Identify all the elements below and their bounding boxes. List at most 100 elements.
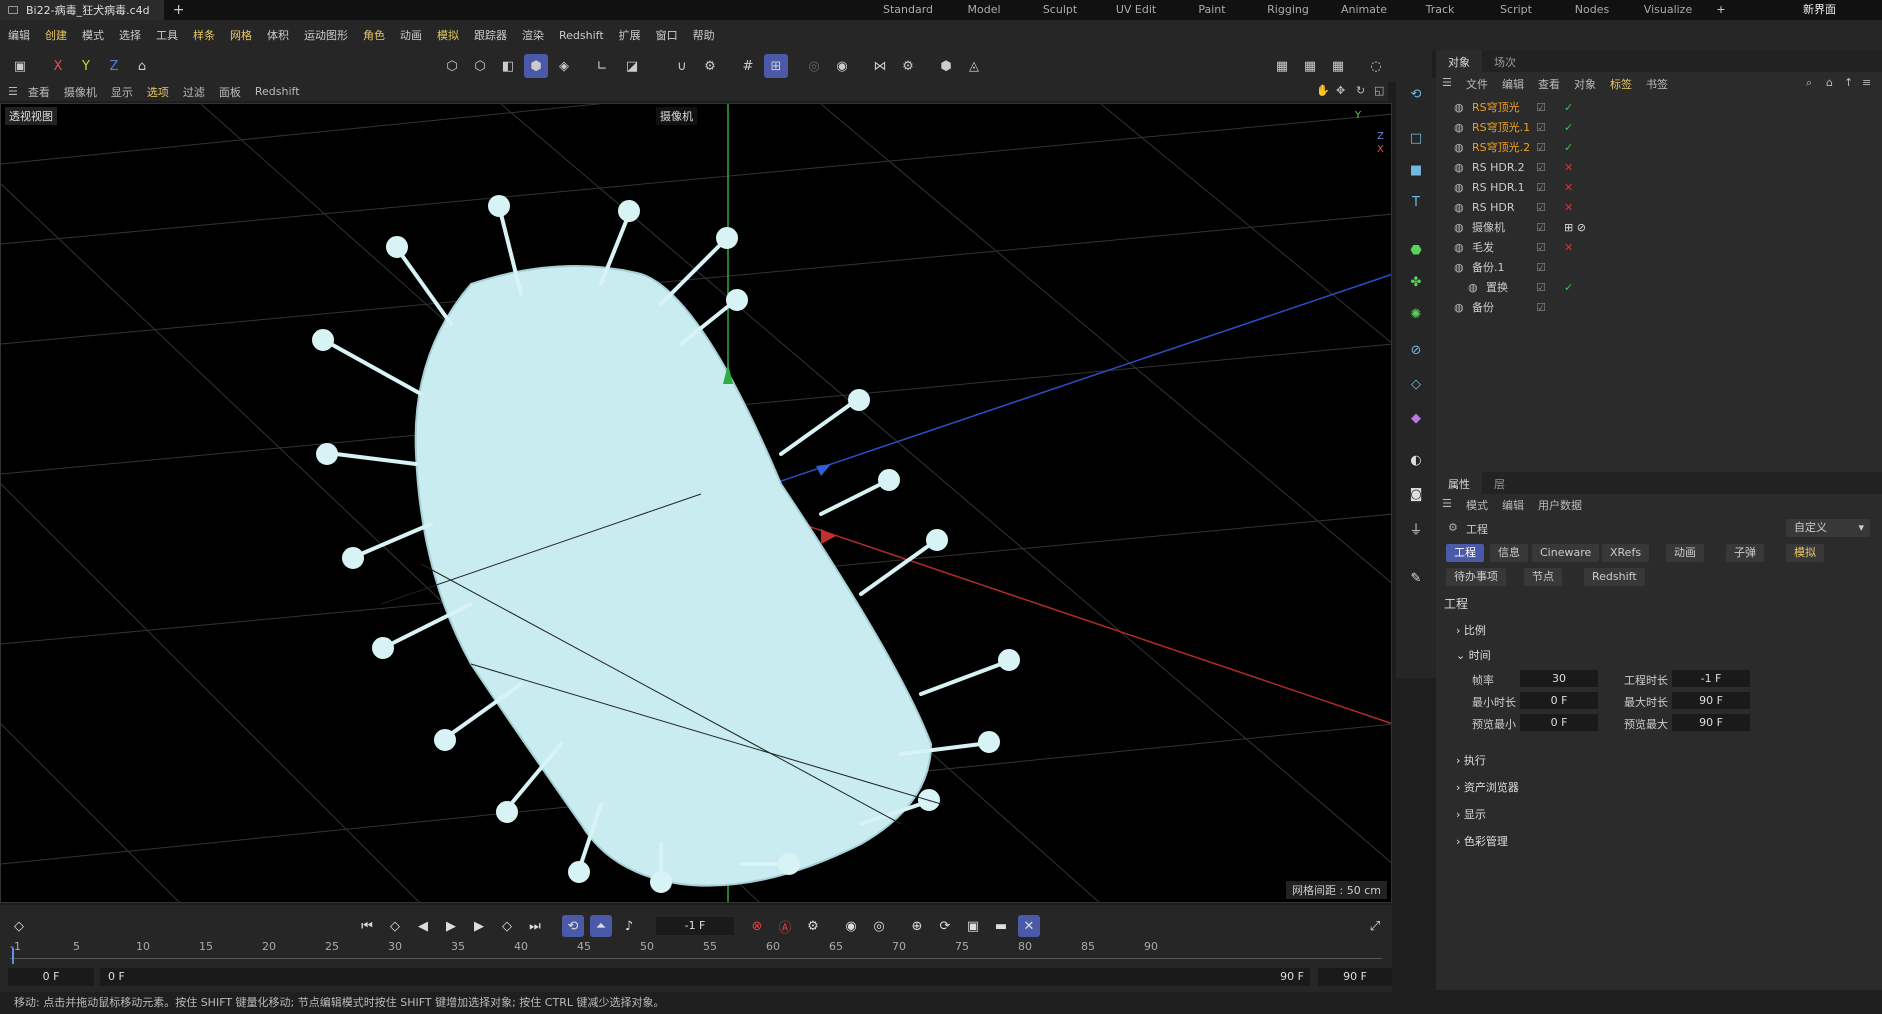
z-axis-button[interactable]: Z — [102, 54, 126, 78]
current-frame-field[interactable]: -1 F — [656, 917, 734, 935]
min-time-field[interactable]: 0 F — [1520, 692, 1598, 709]
prev-frame-icon[interactable]: ◀ — [412, 915, 434, 937]
menu-mograph[interactable]: 运动图形 — [304, 27, 348, 43]
object-row[interactable]: ◍ RS穹顶光 ☑ ✓ — [1436, 97, 1882, 117]
end-frame-field[interactable]: 90 F — [1318, 968, 1392, 986]
generator-icon[interactable]: ⬣ — [1404, 238, 1428, 262]
new-tab-icon[interactable]: + — [168, 2, 190, 18]
preview-max-field[interactable]: 90 F — [1672, 714, 1750, 731]
record-keys-icon[interactable]: ⊗ — [746, 915, 768, 937]
view-menu-filter[interactable]: 过滤 — [183, 84, 205, 100]
pill-bullet[interactable]: 子弹 — [1726, 544, 1764, 562]
menu-select[interactable]: 选择 — [119, 27, 141, 43]
object-row[interactable]: ◍ RS HDR.2 ☑ ✕ — [1436, 157, 1882, 177]
filter-icon[interactable]: ≡ — [1862, 76, 1871, 89]
visibility-toggle-icon[interactable]: ☑ — [1536, 241, 1546, 254]
cube-object-icon[interactable]: ■ — [1404, 158, 1428, 182]
render-picture-viewer-icon[interactable]: ▦ — [1298, 54, 1322, 78]
enabled-check-icon[interactable]: ✓ — [1564, 101, 1573, 114]
next-key-icon[interactable]: ◇ — [496, 915, 518, 937]
next-frame-icon[interactable]: ▶ — [468, 915, 490, 937]
hamburger-icon[interactable]: ☰ — [8, 85, 18, 98]
new-ui-button[interactable]: 新界面 — [1803, 0, 1836, 20]
layout-uv-edit[interactable]: UV Edit — [1098, 0, 1174, 20]
add-layout-icon[interactable]: + — [1706, 0, 1736, 20]
group-scale[interactable]: › 比例 — [1456, 622, 1486, 638]
viewport-camera-label[interactable]: 摄像机 — [656, 107, 697, 125]
layout-sculpt[interactable]: Sculpt — [1022, 0, 1098, 20]
obj-menu-file[interactable]: 文件 — [1466, 76, 1488, 92]
rectangle-spline-icon[interactable]: □ — [1404, 126, 1428, 150]
menu-animation[interactable]: 动画 — [400, 27, 422, 43]
workplane-icon[interactable]: ⊞ — [764, 54, 788, 78]
disabled-x-icon[interactable]: ✕ — [1564, 201, 1573, 214]
pill-animation[interactable]: 动画 — [1666, 544, 1704, 562]
layout-paint[interactable]: Paint — [1174, 0, 1250, 20]
menu-volume[interactable]: 体积 — [267, 27, 289, 43]
object-row[interactable]: ◍ 备份 ☑ — [1436, 297, 1882, 317]
layout-nodes[interactable]: Nodes — [1554, 0, 1630, 20]
visibility-toggle-icon[interactable]: ☑ — [1536, 201, 1546, 214]
symmetry-icon[interactable]: ⋈ — [868, 54, 892, 78]
modeling-settings-icon[interactable]: ◉ — [830, 54, 854, 78]
text-object-icon[interactable]: T — [1404, 190, 1428, 214]
visibility-toggle-icon[interactable]: ☑ — [1536, 181, 1546, 194]
coord-system-icon[interactable]: ⌂ — [130, 54, 154, 78]
attr-menu-edit[interactable]: 编辑 — [1502, 497, 1524, 513]
uv-mode-icon[interactable]: ◈ — [552, 54, 576, 78]
group-asset-browser[interactable]: › 资产浏览器 — [1456, 779, 1519, 795]
layout-track[interactable]: Track — [1402, 0, 1478, 20]
enabled-check-icon[interactable]: ✓ — [1564, 121, 1573, 134]
y-axis-button[interactable]: Y — [74, 54, 98, 78]
pill-simulation[interactable]: 模拟 — [1786, 544, 1824, 562]
cube-menu-icon[interactable]: ▣ — [8, 54, 32, 78]
visibility-toggle-icon[interactable]: ☑ — [1536, 121, 1546, 134]
disabled-x-icon[interactable]: ✕ — [1564, 241, 1573, 254]
range-start-field[interactable]: 0 F — [100, 968, 1310, 986]
key-position-icon[interactable]: ◉ — [840, 915, 862, 937]
object-row[interactable]: ◍ 置换 ☑ ✓ — [1436, 277, 1882, 297]
redshift-ipr-icon[interactable]: ◌ — [1364, 54, 1388, 78]
autokey-icon[interactable]: Ⓐ — [774, 915, 796, 937]
camera-object-icon[interactable]: ◙ — [1404, 482, 1428, 506]
pill-info[interactable]: 信息 — [1490, 544, 1528, 562]
layout-rigging[interactable]: Rigging — [1250, 0, 1326, 20]
enabled-check-icon[interactable]: ✓ — [1564, 141, 1573, 154]
home-icon[interactable]: ⌂ — [1826, 76, 1833, 89]
sound-icon[interactable]: ♪ — [618, 915, 640, 937]
obj-menu-object[interactable]: 对象 — [1574, 76, 1596, 92]
grid-snap-icon[interactable]: # — [736, 54, 760, 78]
sketch-icon[interactable]: ✎ — [1404, 566, 1428, 590]
visibility-toggle-icon[interactable]: ☑ — [1536, 281, 1546, 294]
menu-create[interactable]: 创建 — [45, 27, 67, 43]
keyframe-icon[interactable]: ◇ — [8, 915, 30, 937]
maximize-view-icon[interactable]: ◱ — [1374, 84, 1384, 97]
pill-todo[interactable]: 待办事项 — [1446, 568, 1506, 586]
soft-selection-icon[interactable]: ◎ — [802, 54, 826, 78]
view-menu-panel[interactable]: 面板 — [219, 84, 241, 100]
up-arrow-icon[interactable]: ↑ — [1844, 76, 1853, 89]
menu-mesh[interactable]: 网格 — [230, 27, 252, 43]
pill-xrefs[interactable]: XRefs — [1602, 544, 1650, 562]
perspective-viewport[interactable]: Y Z X 透视视图 摄像机 网格间距 : 50 cm — [0, 103, 1392, 903]
attr-menu-mode[interactable]: 模式 — [1466, 497, 1488, 513]
layout-standard[interactable]: Standard — [870, 0, 946, 20]
menu-redshift[interactable]: Redshift — [559, 29, 604, 42]
layout-animate[interactable]: Animate — [1326, 0, 1402, 20]
prev-key-icon[interactable]: ◇ — [384, 915, 406, 937]
view-menu-display[interactable]: 显示 — [111, 84, 133, 100]
tab-objects[interactable]: 对象 — [1436, 50, 1482, 72]
field-icon[interactable]: ◇ — [1404, 372, 1428, 396]
key-scale-icon[interactable]: ⊕ — [906, 915, 928, 937]
disabled-x-icon[interactable]: ✕ — [1564, 181, 1573, 194]
object-row[interactable]: ◍ RS HDR.1 ☑ ✕ — [1436, 177, 1882, 197]
rotate-view-icon[interactable]: ↻ — [1356, 84, 1365, 97]
light-object-icon[interactable]: ⏚ — [1404, 516, 1428, 540]
layout-model[interactable]: Model — [946, 0, 1022, 20]
preview-min-field[interactable]: 0 F — [1520, 714, 1598, 731]
visibility-toggle-icon[interactable]: ☑ — [1536, 301, 1546, 314]
menu-spline[interactable]: 样条 — [193, 27, 215, 43]
menu-character[interactable]: 角色 — [363, 27, 385, 43]
range-end-field[interactable]: 90 F — [1256, 968, 1310, 986]
menu-mode[interactable]: 模式 — [82, 27, 104, 43]
